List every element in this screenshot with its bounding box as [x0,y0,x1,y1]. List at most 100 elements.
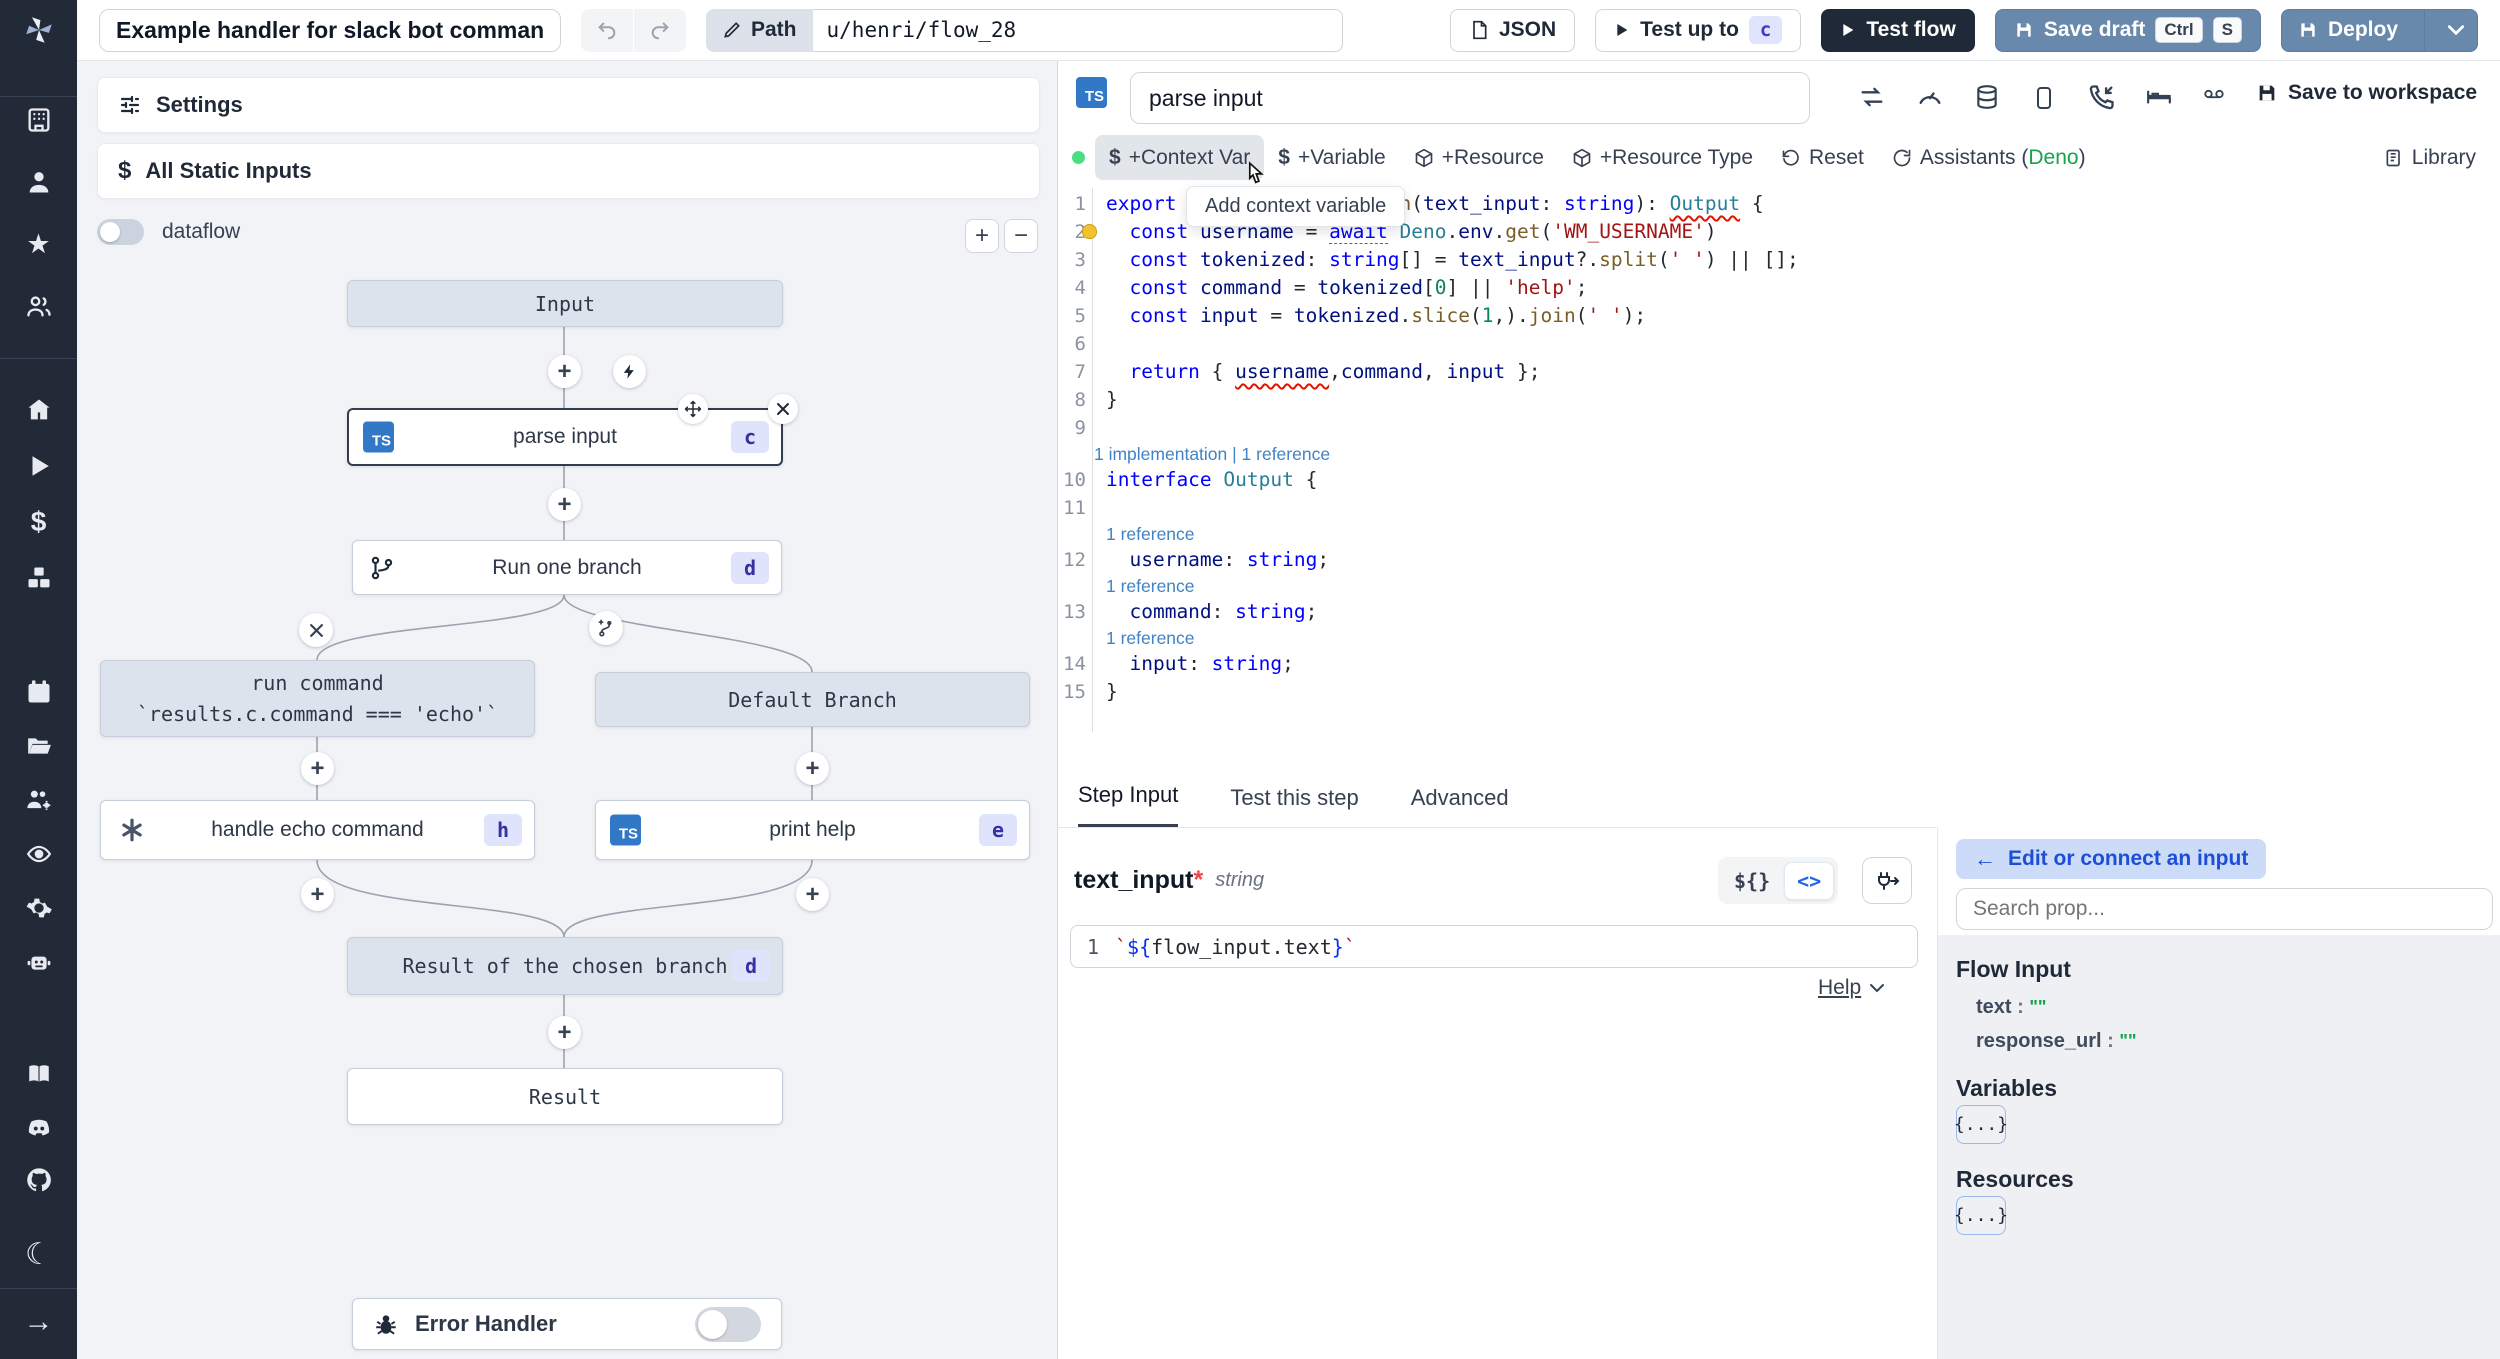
robot-icon[interactable] [0,940,77,984]
deploy-button[interactable]: Deploy [2282,18,2414,42]
users-settings-icon[interactable] [0,778,77,822]
lightbulb-icon[interactable] [1082,224,1097,239]
add-resource-type-button[interactable]: +Resource Type [1558,135,1767,180]
building-icon[interactable] [0,98,77,142]
calendar-icon[interactable] [0,670,77,714]
eye-icon[interactable] [0,832,77,876]
book-icon[interactable] [0,1052,77,1096]
home-icon[interactable] [0,388,77,432]
path-input[interactable] [812,8,1343,52]
error-handler-card[interactable]: Error Handler [352,1298,782,1350]
connect-input-button[interactable] [1862,857,1912,904]
expression-editor[interactable]: 1 `${flow_input.text}` [1070,925,1918,968]
step-name-input[interactable] [1130,72,1810,124]
flow-node-run-command[interactable]: run command `results.c.command === 'echo… [100,660,535,737]
save-to-workspace-button[interactable]: Save to workspace [2256,81,2477,105]
add-step-button[interactable]: + [548,1016,581,1049]
flow-node-parse-input[interactable]: TS parse input c [347,408,783,466]
tab-test-this-step[interactable]: Test this step [1230,785,1358,827]
windmill-logo-icon[interactable] [0,8,77,52]
user-icon[interactable] [0,160,77,204]
add-step-button[interactable]: + [796,878,829,911]
add-resource-button[interactable]: +Resource [1400,135,1558,180]
discord-icon[interactable] [0,1106,77,1150]
moon-icon[interactable]: ☾ [0,1232,77,1276]
deploy-menu-button[interactable] [2435,10,2477,51]
bed-icon[interactable] [2144,83,2178,113]
code-editor[interactable]: 1export async function main(text_input: … [1058,180,2500,762]
boxes-icon[interactable] [0,556,77,600]
edit-or-connect-button[interactable]: ← Edit or connect an input [1956,839,2267,879]
test-up-to-button[interactable]: Test up to c [1595,8,1802,52]
code-line: 13 command: string; [1063,600,1318,623]
add-step-button[interactable]: + [548,355,581,388]
mobile-icon[interactable] [2032,83,2066,113]
code-line: 6 [1074,333,1086,355]
phone-incoming-icon[interactable] [2088,83,2122,113]
prop-row-response-url[interactable]: response_url : "" [1976,1030,2136,1053]
help-link[interactable]: Help [1818,976,1885,1000]
sidebar-divider [0,1288,77,1289]
tab-advanced[interactable]: Advanced [1411,785,1509,827]
tab-step-input[interactable]: Step Input [1078,782,1179,827]
reset-button[interactable]: Reset [1767,135,1878,180]
move-step-button[interactable] [678,394,708,424]
error-handler-toggle[interactable] [695,1306,761,1342]
voicemail-icon[interactable] [2198,83,2232,113]
gear-icon[interactable] [0,886,77,930]
star-icon[interactable]: ★ [0,222,77,266]
code-line: 8} [1074,388,1118,411]
search-prop-input[interactable] [1956,888,2493,930]
branch-plus-icon [598,619,612,637]
add-step-button[interactable]: + [548,488,581,521]
flow-node-result[interactable]: Result [347,1068,783,1125]
library-button[interactable]: Library [2370,135,2490,180]
trigger-bolt-button[interactable] [613,355,646,388]
add-branch-button[interactable] [589,611,623,645]
database-icon[interactable] [1974,83,2008,113]
expand-arrow-icon[interactable]: → [0,1300,77,1344]
redo-button[interactable] [634,8,686,52]
move-icon [684,400,702,418]
code-mode-option[interactable]: <> [1784,861,1835,900]
delete-step-button[interactable] [768,394,798,424]
play-icon[interactable] [0,444,77,488]
required-mark: * [1193,866,1204,894]
gauge-icon[interactable] [1916,83,1950,113]
input-mode-toggle: ${} <> [1718,857,1839,904]
test-flow-button[interactable]: Test flow [1821,8,1975,52]
prop-row-text[interactable]: text : "" [1976,996,2046,1019]
resources-object-chip[interactable]: {...} [1954,1196,2008,1235]
variables-object-chip[interactable]: {...} [1954,1105,2008,1144]
add-context-var-button[interactable]: $ +Context Var [1095,135,1265,180]
save-draft-button[interactable]: Save draft Ctrl S [1994,8,2261,52]
dollar-icon[interactable]: $ [0,500,77,544]
folder-open-icon[interactable] [0,724,77,768]
typescript-badge: TS [1076,77,1107,108]
delete-branch-button[interactable] [299,613,333,647]
add-step-button[interactable]: + [301,878,334,911]
users-icon[interactable] [0,284,77,328]
flow-node-handle-echo-command[interactable]: handle echo command h [100,800,535,860]
codelens[interactable]: 1 implementation | 1 reference [1058,442,2500,466]
github-icon[interactable] [0,1158,77,1202]
codelens[interactable]: 1 reference [1058,574,2500,598]
assistants-button[interactable]: Assistants (Deno) [1878,135,2100,180]
flow-node-run-one-branch[interactable]: Run one branch d [352,540,782,595]
template-mode-option[interactable]: ${} [1722,863,1782,899]
repeat-icon[interactable] [1858,83,1892,113]
codelens[interactable]: 1 reference [1058,626,2500,650]
save-icon [2017,23,2031,37]
flow-node-print-help[interactable]: TS print help e [595,800,1030,860]
flow-node-input[interactable]: Input [347,280,783,327]
flow-node-result-of-chosen-branch[interactable]: Result of the chosen branch d [347,937,783,995]
topbar: Path JSON Test up to c Test flow Save dr… [77,0,2500,61]
flow-title-input[interactable] [99,8,561,52]
flow-node-default-branch[interactable]: Default Branch [595,672,1030,727]
add-variable-button[interactable]: $ +Variable [1264,135,1399,180]
json-button[interactable]: JSON [1449,8,1576,52]
add-step-button[interactable]: + [301,752,334,785]
add-step-button[interactable]: + [796,752,829,785]
undo-button[interactable] [581,8,633,52]
codelens[interactable]: 1 reference [1058,522,2500,546]
